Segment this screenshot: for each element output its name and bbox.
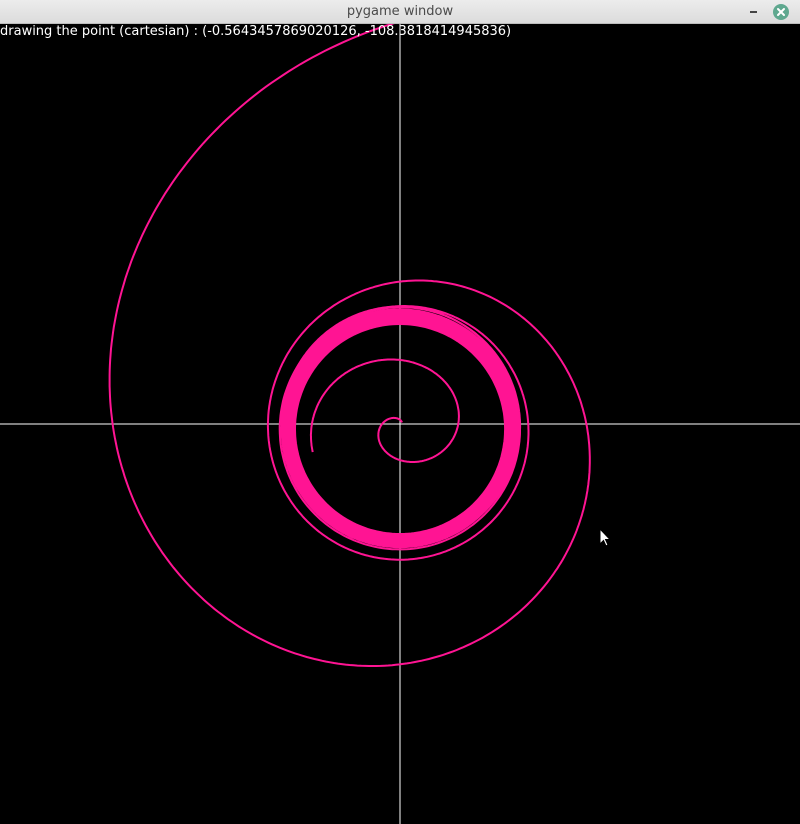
close-button[interactable]: [773, 4, 789, 20]
pygame-window: pygame window drawing the point (cartesi…: [0, 0, 800, 824]
title-bar[interactable]: pygame window: [0, 0, 800, 24]
minimize-icon: [750, 11, 757, 13]
mouse-cursor-icon: [599, 527, 612, 552]
point-coordinates: (-0.5643457869020126, -108.3818414945836…: [202, 24, 512, 39]
minimize-button[interactable]: [744, 2, 764, 22]
status-label: drawing the point (cartesian) :: [0, 24, 203, 39]
spiral-plot: [0, 24, 800, 824]
window-title: pygame window: [346, 4, 454, 19]
close-icon: [777, 8, 785, 16]
spiral-core-hook: [309, 358, 460, 463]
status-text: drawing the point (cartesian) : (-0.5643…: [0, 24, 511, 40]
spiral-curve-outer: [108, 24, 591, 667]
drawing-canvas[interactable]: [0, 24, 800, 824]
